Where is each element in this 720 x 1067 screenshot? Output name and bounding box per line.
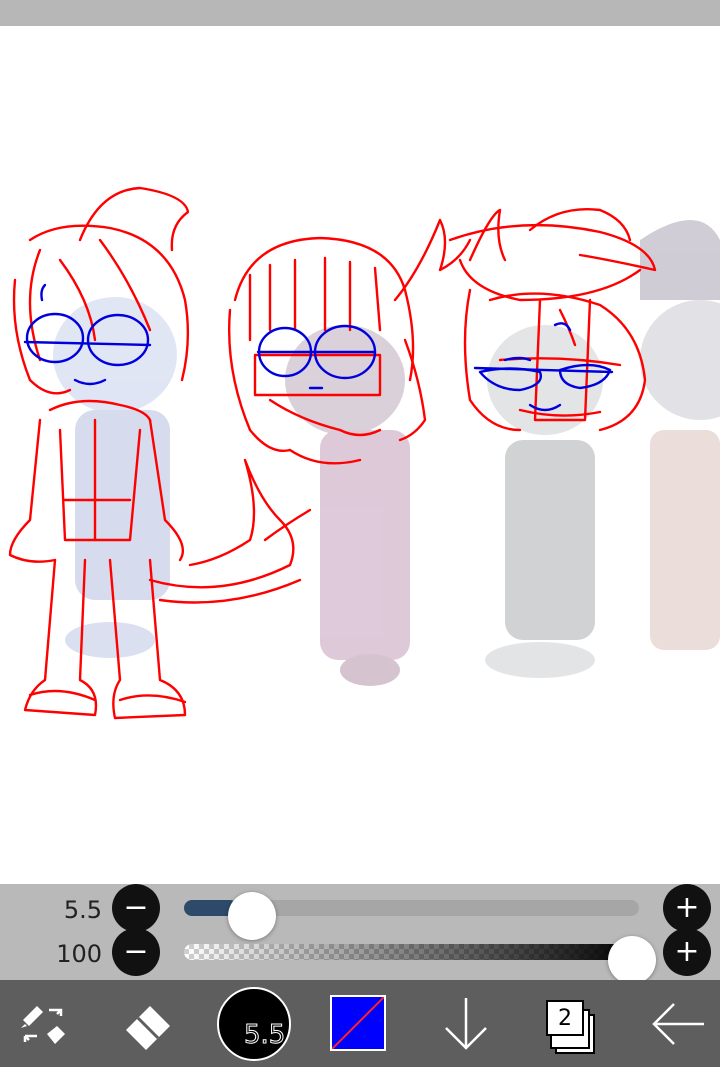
status-bar bbox=[0, 0, 720, 26]
layer-count-badge: 2 bbox=[546, 1000, 584, 1036]
reference-layer bbox=[53, 220, 720, 686]
drawing-canvas[interactable] bbox=[0, 26, 720, 884]
opacity-increase-button[interactable]: + bbox=[663, 928, 711, 976]
transform-tool-button[interactable] bbox=[10, 980, 76, 1067]
back-arrow-icon bbox=[652, 1002, 704, 1045]
download-button[interactable] bbox=[436, 980, 496, 1067]
brush-size-value: 5.5 bbox=[63, 896, 102, 924]
transform-tool-icon bbox=[21, 1005, 65, 1044]
color-swatch-button[interactable] bbox=[330, 995, 386, 1051]
brush-size-preview-label: 5.5 bbox=[243, 1020, 286, 1051]
opacity-slider-thumb[interactable] bbox=[608, 936, 656, 984]
opacity-decrease-button[interactable]: − bbox=[112, 928, 160, 976]
brush-size-increase-button[interactable]: + bbox=[663, 884, 711, 932]
back-button[interactable] bbox=[645, 980, 711, 1067]
sketch-artwork bbox=[8, 186, 720, 720]
eraser-tool-button[interactable] bbox=[115, 980, 181, 1067]
brush-size-slider[interactable] bbox=[184, 892, 639, 940]
brush-size-row: 5.5 − + bbox=[0, 884, 720, 940]
eraser-icon bbox=[126, 1005, 170, 1050]
opacity-row: 100 − + bbox=[0, 928, 720, 984]
download-arrow-icon bbox=[445, 997, 487, 1050]
opacity-slider[interactable] bbox=[184, 936, 656, 984]
color-swatch-slash bbox=[332, 997, 384, 1049]
brush-settings-panel: 5.5 − + 100 − + bbox=[0, 884, 720, 984]
opacity-value: 100 bbox=[56, 940, 102, 968]
brush-size-decrease-button[interactable]: − bbox=[112, 884, 160, 932]
